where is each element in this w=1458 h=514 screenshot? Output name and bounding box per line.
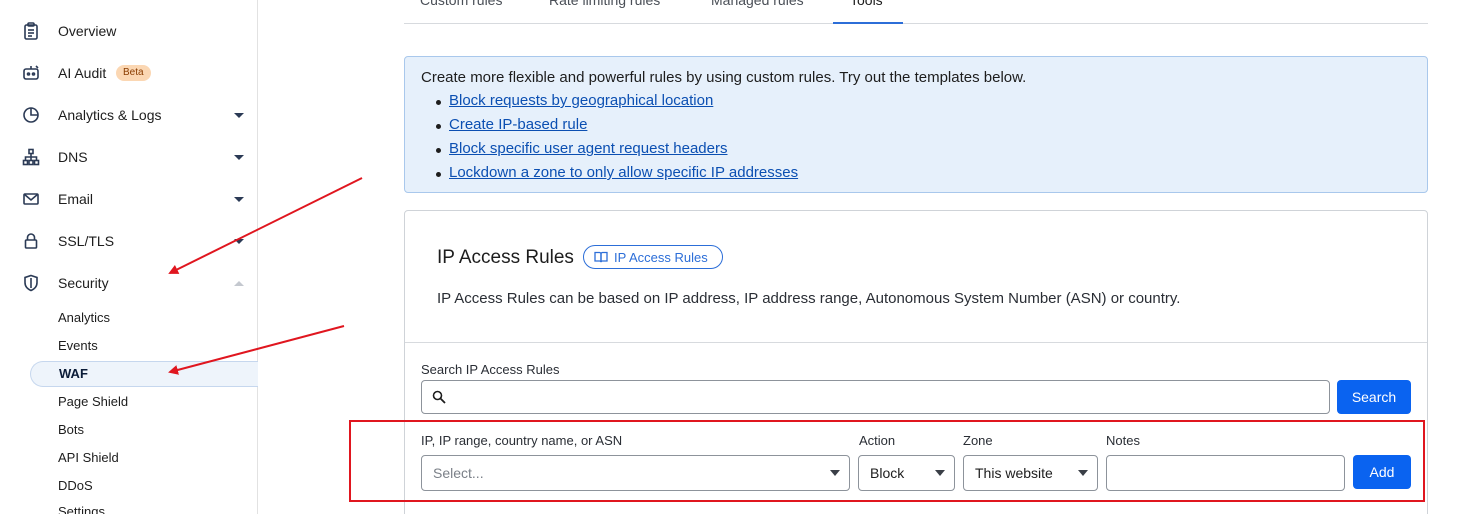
sidebar-item-label: Security	[58, 275, 109, 291]
sidebar-item-label: SSL/TLS	[58, 233, 115, 249]
sidebar-subitem-page-shield[interactable]: Page Shield	[58, 390, 128, 414]
zone-label: Zone	[963, 433, 993, 448]
ip-access-rules-card: IP Access Rules IP Access Rules IP Acces…	[404, 210, 1428, 514]
book-icon	[594, 251, 608, 263]
divider	[405, 342, 1427, 343]
action-label: Action	[859, 433, 896, 448]
sidebar-subitem-label: WAF	[59, 366, 88, 381]
network-icon	[22, 148, 40, 166]
sidebar-item-ssl-tls[interactable]: SSL/TLS	[0, 226, 258, 256]
target-placeholder: Select...	[433, 465, 484, 481]
template-link-user-agent[interactable]: Block specific user agent request header…	[449, 140, 728, 157]
chevron-up-icon[interactable]	[234, 278, 244, 288]
notes-label: Notes	[1106, 433, 1140, 448]
shield-icon	[22, 274, 40, 292]
action-value: Block	[870, 465, 905, 481]
template-links: Block requests by geographical location …	[435, 92, 798, 188]
target-select[interactable]: Select...	[421, 455, 850, 491]
sidebar-item-label: Overview	[58, 23, 117, 39]
caret-down-icon	[935, 470, 945, 476]
sidebar-subitem-bots[interactable]: Bots	[58, 418, 84, 442]
ip-access-rules-docs-link[interactable]: IP Access Rules	[583, 245, 723, 269]
sidebar-item-security[interactable]: Security	[0, 268, 258, 298]
docs-link-label: IP Access Rules	[614, 249, 708, 265]
chevron-down-icon[interactable]	[234, 152, 244, 162]
sidebar-item-label: AI Audit	[58, 65, 107, 81]
list-item: Block requests by geographical location	[435, 92, 798, 116]
tab-managed-rules[interactable]: Managed rules	[711, 0, 804, 8]
template-link-zone-lockdown[interactable]: Lockdown a zone to only allow specific I…	[449, 164, 798, 181]
sidebar-subitem-waf[interactable]: WAF	[30, 361, 258, 387]
robot-icon	[22, 64, 40, 82]
tab-custom-rules[interactable]: Custom rules	[420, 0, 502, 8]
sidebar-item-overview[interactable]: Overview	[0, 16, 258, 46]
list-item: Create IP-based rule	[435, 116, 798, 140]
zone-value: This website	[975, 465, 1053, 481]
sidebar-subitem-events[interactable]: Events	[58, 334, 98, 358]
chevron-down-icon[interactable]	[234, 236, 244, 246]
search-icon	[432, 390, 446, 404]
caret-down-icon	[830, 470, 840, 476]
sidebar-item-dns[interactable]: DNS	[0, 142, 258, 172]
search-button[interactable]: Search	[1337, 380, 1411, 414]
sidebar-item-label: Analytics & Logs	[58, 107, 162, 123]
zone-select[interactable]: This website	[963, 455, 1098, 491]
envelope-icon	[22, 190, 40, 208]
callout-intro: Create more flexible and powerful rules …	[421, 69, 1027, 86]
sidebar-item-label: Email	[58, 191, 94, 207]
chevron-down-icon[interactable]	[234, 194, 244, 204]
pie-chart-icon	[22, 106, 40, 124]
template-link-ip-rule[interactable]: Create IP-based rule	[449, 116, 587, 133]
tab-bar: Custom rules Rate limiting rules Managed…	[404, 0, 1428, 24]
tab-rate-limiting-rules[interactable]: Rate limiting rules	[549, 0, 660, 8]
card-description: IP Access Rules can be based on IP addre…	[437, 290, 1181, 307]
beta-badge: Beta	[116, 65, 151, 81]
action-select[interactable]: Block	[858, 455, 955, 491]
tab-tools[interactable]: Tools	[850, 0, 883, 8]
template-link-geo[interactable]: Block requests by geographical location	[449, 92, 713, 109]
active-tab-indicator	[833, 22, 903, 24]
notes-field[interactable]	[1106, 455, 1345, 491]
sidebar-subitem-api-shield[interactable]: API Shield	[58, 446, 119, 470]
search-label: Search IP Access Rules	[421, 362, 560, 377]
search-input[interactable]	[421, 380, 1330, 414]
sidebar: Overview AI Audit Beta Analytics & Logs …	[0, 0, 258, 514]
caret-down-icon	[1078, 470, 1088, 476]
sidebar-subitem-settings[interactable]: Settings	[58, 500, 105, 514]
sidebar-item-email[interactable]: Email	[0, 184, 258, 214]
target-label: IP, IP range, country name, or ASN	[421, 433, 623, 448]
add-button[interactable]: Add	[1353, 455, 1411, 489]
sidebar-subitem-analytics[interactable]: Analytics	[58, 306, 110, 330]
list-item: Lockdown a zone to only allow specific I…	[435, 164, 798, 188]
sidebar-subitem-ddos[interactable]: DDoS	[58, 474, 93, 498]
clipboard-icon	[22, 22, 40, 40]
sidebar-item-label: DNS	[58, 149, 88, 165]
list-item: Block specific user agent request header…	[435, 140, 798, 164]
sidebar-item-ai-audit[interactable]: AI Audit Beta	[0, 58, 258, 88]
templates-callout: Create more flexible and powerful rules …	[404, 56, 1428, 193]
card-title: IP Access Rules	[437, 247, 574, 268]
chevron-down-icon[interactable]	[234, 110, 244, 120]
sidebar-item-analytics-logs[interactable]: Analytics & Logs	[0, 100, 258, 130]
lock-icon	[22, 232, 40, 250]
